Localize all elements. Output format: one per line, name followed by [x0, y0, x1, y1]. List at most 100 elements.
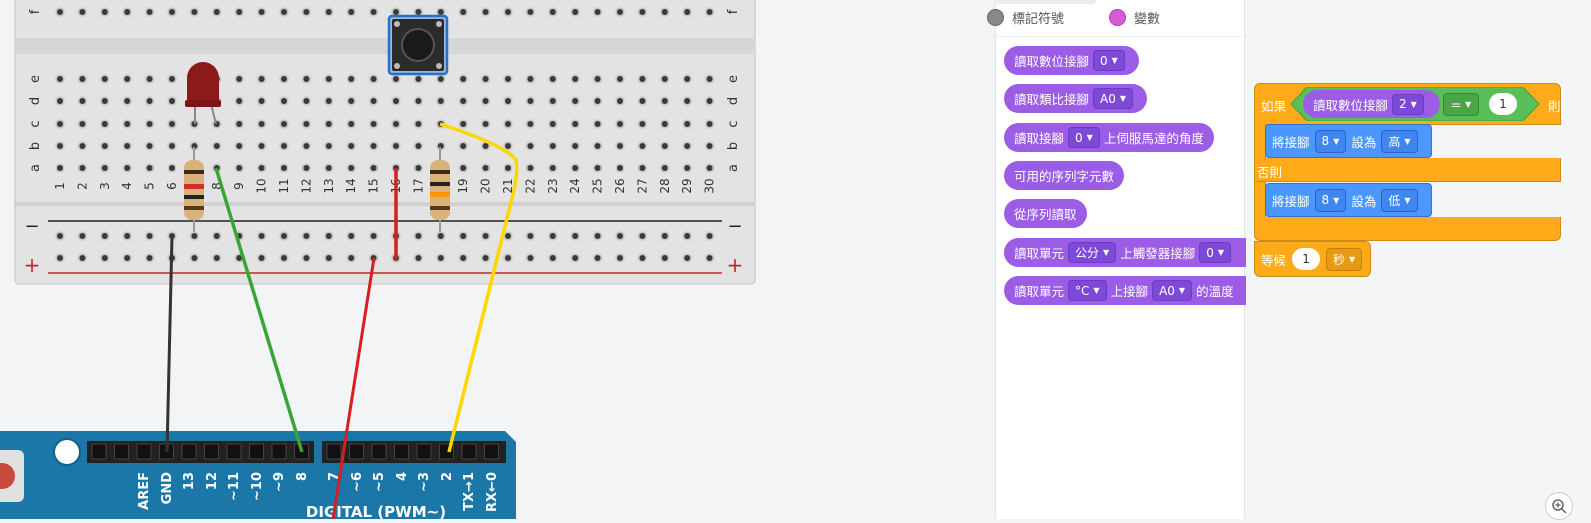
header-pin[interactable]	[181, 443, 197, 460]
breadboard-hole[interactable]	[391, 74, 401, 84]
breadboard-hole[interactable]	[592, 141, 603, 151]
pin-dropdown[interactable]: 8 ▼	[1314, 129, 1347, 153]
breadboard-hole[interactable]	[592, 253, 603, 263]
condition-block[interactable]: 讀取數位接腳 2 ▼ = ▼ 1	[1291, 87, 1539, 121]
breadboard-hole[interactable]	[301, 141, 312, 151]
breadboard-hole[interactable]	[660, 253, 670, 263]
breadboard-hole[interactable]	[234, 163, 244, 173]
breadboard-hole[interactable]	[100, 231, 110, 241]
breadboard-hole[interactable]	[704, 231, 715, 241]
breadboard-hole[interactable]	[660, 96, 670, 106]
breadboard-hole[interactable]	[301, 7, 312, 17]
breadboard-hole[interactable]	[324, 96, 334, 106]
breadboard-hole[interactable]	[458, 7, 469, 17]
breadboard-hole[interactable]	[660, 7, 670, 17]
breadboard-hole[interactable]	[144, 253, 155, 263]
breadboard-hole[interactable]	[413, 163, 424, 173]
pin-dropdown[interactable]: 0 ▼	[1068, 127, 1100, 148]
breadboard-hole[interactable]	[122, 96, 132, 106]
time-unit-dropdown[interactable]: 秒 ▼	[1326, 247, 1363, 271]
breadboard-hole[interactable]	[368, 163, 379, 173]
block-palette[interactable]: 標記符號 變數 讀取數位接腳 0 ▼ 讀取類比接腳 A0 ▼ 讀取接腳 0 ▼ 上伺服…	[987, 0, 1246, 519]
pushbutton[interactable]	[387, 14, 449, 76]
breadboard-hole[interactable]	[436, 231, 446, 241]
breadboard-hole[interactable]	[458, 119, 469, 129]
breadboard-hole[interactable]	[615, 7, 625, 17]
breadboard-hole[interactable]	[122, 231, 132, 241]
breadboard-hole[interactable]	[256, 163, 267, 173]
header-pin[interactable]	[394, 443, 409, 460]
breadboard-hole[interactable]	[256, 231, 267, 241]
breadboard-hole[interactable]	[570, 7, 580, 17]
breadboard-hole[interactable]	[480, 74, 491, 84]
breadboard-hole[interactable]	[436, 253, 446, 263]
breadboard-hole[interactable]	[615, 163, 625, 173]
breadboard-hole[interactable]	[592, 231, 603, 241]
breadboard-hole[interactable]	[368, 74, 379, 84]
breadboard-hole[interactable]	[525, 7, 536, 17]
breadboard-hole[interactable]	[704, 119, 715, 129]
breadboard-hole[interactable]	[144, 163, 155, 173]
breadboard-hole[interactable]	[167, 163, 177, 173]
breadboard-hole[interactable]	[122, 74, 132, 84]
breadboard-hole[interactable]	[615, 96, 625, 106]
breadboard-hole[interactable]	[413, 96, 424, 106]
wait-block[interactable]: 等候 1 秒 ▼	[1254, 241, 1371, 277]
set-pin-high-block[interactable]: 將接腳 8 ▼ 設為 高 ▼	[1265, 124, 1432, 158]
breadboard-hole[interactable]	[391, 96, 401, 106]
breadboard-hole[interactable]	[346, 96, 357, 106]
breadboard-hole[interactable]	[637, 141, 648, 151]
breadboard-hole[interactable]	[570, 74, 580, 84]
breadboard-hole[interactable]	[548, 163, 558, 173]
breadboard-hole[interactable]	[436, 96, 446, 106]
breadboard-hole[interactable]	[660, 119, 670, 129]
breadboard-hole[interactable]	[525, 253, 536, 263]
header-pin[interactable]	[114, 443, 129, 460]
breadboard-hole[interactable]	[413, 253, 424, 263]
block-read-servo-angle[interactable]: 讀取接腳 0 ▼ 上伺服馬達的角度	[1004, 123, 1214, 152]
pin-dropdown[interactable]: 8 ▼	[1314, 188, 1347, 212]
breadboard-hole[interactable]	[570, 163, 580, 173]
breadboard-hole[interactable]	[458, 231, 469, 241]
breadboard-hole[interactable]	[55, 231, 65, 241]
breadboard-hole[interactable]	[548, 96, 558, 106]
breadboard-hole[interactable]	[660, 163, 670, 173]
breadboard-hole[interactable]	[301, 163, 312, 173]
breadboard-hole[interactable]	[391, 119, 401, 129]
breadboard-hole[interactable]	[77, 119, 88, 129]
breadboard-hole[interactable]	[324, 74, 334, 84]
else-header[interactable]	[1254, 158, 1561, 182]
breadboard-hole[interactable]	[525, 96, 536, 106]
header-pin[interactable]	[204, 443, 219, 460]
header-pin[interactable]	[136, 443, 152, 460]
breadboard-hole[interactable]	[144, 96, 155, 106]
breadboard-hole[interactable]	[346, 231, 357, 241]
breadboard-hole[interactable]	[637, 74, 648, 84]
breadboard-hole[interactable]	[637, 231, 648, 241]
header-pin[interactable]	[349, 443, 364, 460]
unit-dropdown[interactable]: °C ▼	[1068, 280, 1107, 301]
breadboard-hole[interactable]	[570, 141, 580, 151]
breadboard-hole[interactable]	[570, 96, 580, 106]
breadboard-hole[interactable]	[704, 96, 715, 106]
breadboard-hole[interactable]	[122, 253, 132, 263]
breadboard-hole[interactable]	[660, 141, 670, 151]
breadboard-hole[interactable]	[480, 7, 491, 17]
breadboard-hole[interactable]	[100, 163, 110, 173]
breadboard-hole[interactable]	[682, 253, 692, 263]
wait-seconds-input[interactable]: 1	[1292, 248, 1321, 270]
breadboard-hole[interactable]	[436, 74, 446, 84]
breadboard-hole[interactable]	[346, 74, 357, 84]
breadboard-hole[interactable]	[256, 96, 267, 106]
zoom-in-icon[interactable]	[1545, 492, 1573, 520]
arduino-board[interactable]: AREF GND 13 12 ~11 ~10 ~9 8 7 ~6 ~5 4 ~3 2 TX→1 RX←0 DI…	[0, 431, 516, 521]
breadboard-hole[interactable]	[615, 74, 625, 84]
breadboard-hole[interactable]	[167, 74, 177, 84]
breadboard-hole[interactable]	[167, 119, 177, 129]
breadboard-hole[interactable]	[413, 231, 424, 241]
breadboard-hole[interactable]	[279, 163, 289, 173]
breadboard-hole[interactable]	[324, 7, 334, 17]
breadboard-hole[interactable]	[167, 96, 177, 106]
breadboard-hole[interactable]	[212, 7, 222, 17]
breadboard-hole[interactable]	[77, 7, 88, 17]
